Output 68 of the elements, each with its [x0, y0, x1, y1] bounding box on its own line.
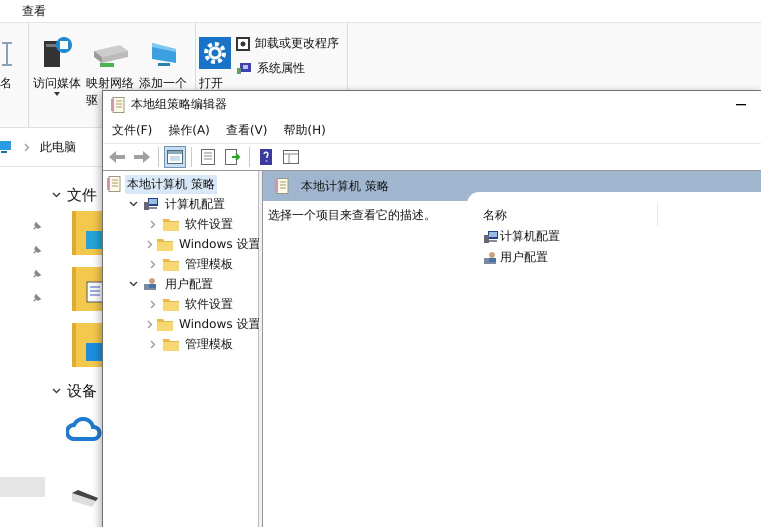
tree-item[interactable]: 管理模板	[183, 334, 235, 354]
user-config-icon	[483, 250, 499, 264]
tree-item[interactable]: 软件设置	[183, 214, 235, 234]
policy-document-icon	[107, 176, 121, 192]
program-box-icon	[236, 36, 250, 50]
ribbon-button[interactable]: 系统属性	[236, 60, 339, 77]
tree-item[interactable]: 用户配置	[163, 274, 215, 294]
computer-icon	[0, 140, 12, 154]
section-header[interactable]: 设备	[67, 382, 97, 400]
pin-icon	[32, 245, 42, 255]
ribbon-button[interactable]: 名	[0, 31, 14, 92]
pane-title: 本地计算机 策略	[301, 178, 389, 194]
chevron-right-icon[interactable]	[150, 340, 156, 348]
ribbon-button[interactable]: 添加一个	[139, 31, 187, 92]
tree-item[interactable]: 计算机配置	[163, 194, 227, 214]
ribbon-button[interactable]: 卸载或更改程序	[236, 35, 339, 52]
rename-icon	[0, 39, 14, 69]
policy-document-icon	[275, 178, 289, 194]
column-header[interactable]: 名称	[483, 204, 658, 226]
folder-icon	[163, 258, 179, 270]
ribbon-button[interactable]: 打开	[199, 31, 231, 92]
folder-icon	[163, 338, 179, 350]
ribbon-tab[interactable]: 查看	[22, 2, 46, 20]
panel-button[interactable]	[164, 146, 186, 168]
chevron-right-icon[interactable]	[147, 240, 153, 248]
folder-icon	[163, 218, 179, 230]
menu-item[interactable]: 操作(A)	[168, 122, 210, 139]
chevron-down-icon[interactable]	[52, 192, 61, 198]
folder-icon	[163, 298, 179, 310]
tree-item[interactable]: Windows 设置	[177, 314, 262, 334]
section-header[interactable]: 文件	[67, 186, 97, 204]
tree-item[interactable]: 本地计算机 策略	[125, 174, 217, 194]
pin-icon	[32, 221, 42, 231]
breadcrumb[interactable]: 此电脑	[40, 138, 76, 156]
drive-icon[interactable]	[70, 489, 100, 509]
chevron-right-icon	[24, 142, 30, 152]
folder-icon	[157, 318, 173, 330]
caret-icon	[54, 92, 60, 96]
chevron-down-icon[interactable]	[128, 281, 138, 287]
system-properties-icon	[236, 62, 252, 76]
computer-config-icon	[143, 197, 159, 211]
computer-config-icon	[483, 230, 499, 244]
list-item[interactable]: 计算机配置	[500, 228, 560, 245]
pin-icon	[32, 269, 42, 279]
menu-item[interactable]: 查看(V)	[226, 122, 268, 139]
tree-item[interactable]: Windows 设置	[177, 234, 262, 254]
chevron-down-icon[interactable]	[52, 388, 61, 394]
policy-document-icon	[111, 96, 125, 112]
list-item[interactable]: 用户配置	[500, 249, 548, 266]
folder-icon[interactable]	[72, 323, 102, 367]
settings-icon	[199, 37, 231, 69]
folder-icon[interactable]	[72, 267, 102, 311]
chevron-right-icon[interactable]	[150, 300, 156, 308]
chevron-down-icon[interactable]	[128, 201, 138, 207]
folder-icon	[157, 238, 173, 250]
ribbon-button[interactable]: 访问媒体	[33, 31, 81, 96]
menu-item[interactable]: 文件(F)	[112, 122, 152, 139]
tree-item[interactable]: 管理模板	[183, 254, 235, 274]
chevron-right-icon[interactable]	[147, 320, 153, 328]
chevron-right-icon[interactable]	[150, 260, 156, 268]
minimize-icon[interactable]	[736, 104, 746, 106]
menu-item[interactable]: 帮助(H)	[283, 122, 326, 139]
tree-item[interactable]: 软件设置	[183, 294, 235, 314]
user-config-icon	[143, 277, 159, 291]
pin-icon	[32, 293, 42, 303]
chevron-right-icon[interactable]	[150, 220, 156, 228]
description-text: 选择一个项目来查看它的描述。	[267, 207, 437, 224]
window-title: 本地组策略编辑器	[131, 96, 228, 113]
